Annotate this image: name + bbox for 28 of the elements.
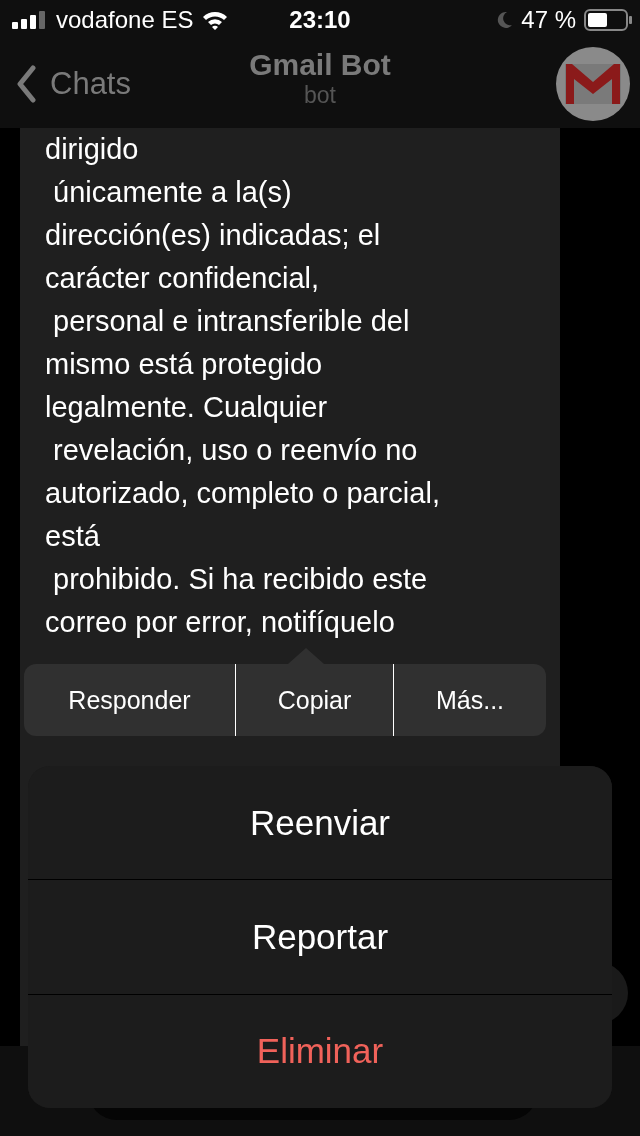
- message-text: dirección(es) indicadas; el: [45, 218, 381, 253]
- battery-percent: 47 %: [521, 6, 576, 34]
- message-text: autorizado, completo o parcial,: [45, 476, 440, 511]
- status-time: 23:10: [289, 6, 351, 34]
- menu-item[interactable]: Más...: [394, 664, 546, 736]
- menu-item[interactable]: Copiar: [236, 664, 394, 736]
- action-button[interactable]: Reenviar: [28, 766, 612, 881]
- wifi-icon: [201, 10, 230, 30]
- signal-icon: [12, 11, 48, 29]
- chat-title: Gmail Bot: [249, 48, 391, 82]
- message-text: únicamente a la(s): [52, 175, 292, 210]
- menu-item[interactable]: Responder: [24, 664, 236, 736]
- message-text: revelación, uso o reenvío no: [52, 433, 418, 468]
- back-button[interactable]: Chats: [16, 65, 131, 103]
- envelope-avatar-icon[interactable]: [556, 47, 630, 121]
- moon-icon: [497, 11, 514, 29]
- message-text: dirigido: [45, 132, 139, 167]
- message-text: carácter confidencial,: [45, 261, 320, 296]
- message-text: legalmente. Cualquier: [45, 390, 328, 425]
- message-text: mismo está protegido: [45, 347, 323, 382]
- message-text: prohibido. Si ha recibido este: [52, 562, 428, 597]
- message-text: está: [45, 519, 100, 554]
- battery-icon: [584, 9, 632, 31]
- carrier-name: vodafone ES: [56, 6, 194, 34]
- chat-subtitle: bot: [304, 82, 336, 109]
- chevron-left-icon: [16, 65, 36, 103]
- message-text: personal e intransferible del: [52, 304, 410, 339]
- message-text: correo por error, notifíquelo: [45, 605, 395, 640]
